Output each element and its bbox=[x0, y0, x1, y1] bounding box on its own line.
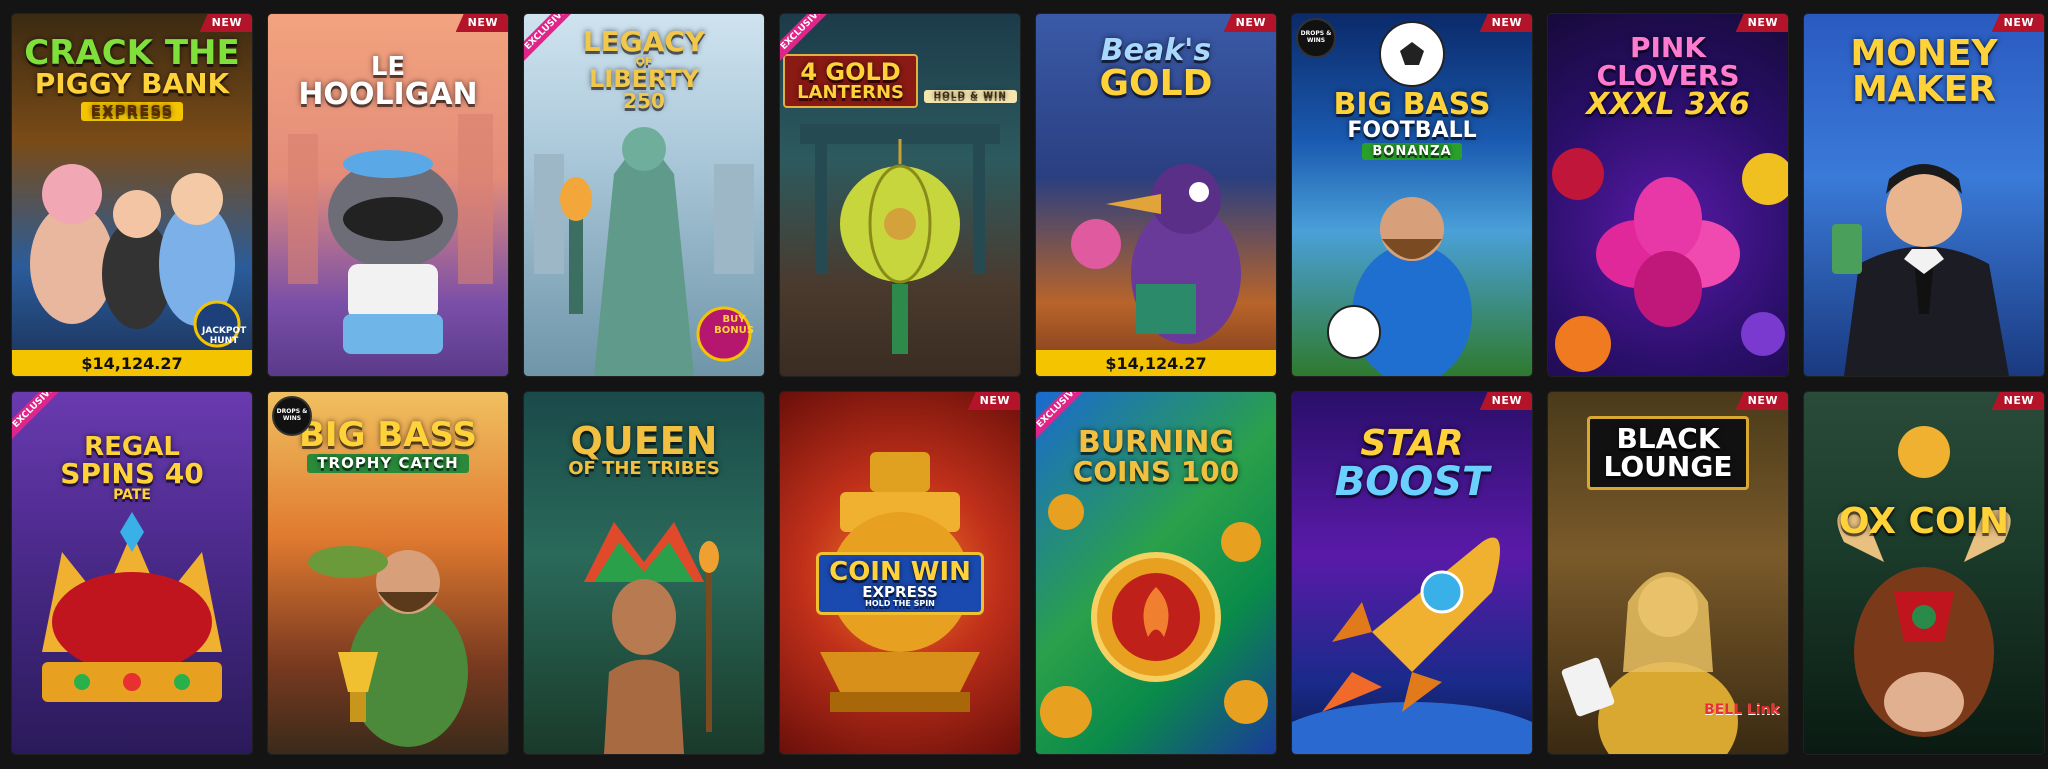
game-tile-le-hooligan[interactable]: LE HOOLIGAN NEW bbox=[268, 14, 508, 376]
new-badge: NEW bbox=[1479, 14, 1532, 32]
game-title-line: 250 bbox=[623, 89, 665, 113]
game-tile-crack-the-piggy-bank[interactable]: CRACK THE PIGGY BANK EXPRESS JACKPOT HUN… bbox=[12, 14, 252, 376]
new-badge: NEW bbox=[967, 392, 1020, 410]
new-badge: NEW bbox=[1223, 14, 1276, 32]
game-tile-beaks-gold[interactable]: Beak's GOLD NEW $14,124.27 bbox=[1036, 14, 1276, 376]
drops-and-wins-badge: DROPS & WINS bbox=[272, 396, 312, 436]
game-tile-queen-of-the-tribes[interactable]: QUEEN OF THE TRIBES bbox=[524, 392, 764, 754]
new-badge: NEW bbox=[1991, 392, 2044, 410]
game-subtitle: EXPRESS bbox=[862, 583, 938, 601]
game-title-line: OF THE TRIBES bbox=[568, 458, 720, 479]
game-subtitle: EXPRESS bbox=[80, 102, 184, 121]
game-tile-coin-win-express[interactable]: COIN WIN EXPRESS HOLD THE SPIN NEW bbox=[780, 392, 1020, 754]
game-subtitle: TROPHY CATCH bbox=[307, 454, 469, 473]
game-title-line: BIG BASS bbox=[1333, 87, 1491, 122]
game-title-line: COIN WIN bbox=[829, 557, 971, 587]
game-tile-legacy-of-liberty[interactable]: LEGACY OF LIBERTY 250 BUY BONUS EXCLUSIV… bbox=[524, 14, 764, 376]
game-title-line: FOOTBALL bbox=[1347, 118, 1477, 143]
game-title-line: PIGGY BANK bbox=[34, 67, 230, 100]
game-title-line: BURNING bbox=[1077, 425, 1235, 460]
game-tile-pink-clovers[interactable]: PINK CLOVERS XXXL 3X6 NEW bbox=[1548, 14, 1788, 376]
game-tile-burning-coins-100[interactable]: BURNING COINS 100 EXCLUSIVE bbox=[1036, 392, 1276, 754]
jackpot-amount: $14,124.27 bbox=[1036, 350, 1276, 376]
new-badge: NEW bbox=[199, 14, 252, 32]
game-title-line: COINS 100 bbox=[1072, 455, 1240, 488]
game-title-line: SPINS 40 bbox=[60, 457, 204, 490]
game-tile-money-maker[interactable]: MONEY MAKER NEW bbox=[1804, 14, 2044, 376]
game-title-line: STAR bbox=[1360, 423, 1464, 464]
game-title-line: PINK bbox=[1629, 31, 1707, 64]
game-title-line: BLACK bbox=[1616, 422, 1720, 455]
jackpot-hunt-logo: JACKPOT HUNT bbox=[202, 326, 247, 346]
jackpot-amount: $14,124.27 bbox=[12, 350, 252, 376]
game-subtitle-2: HOLD THE SPIN bbox=[865, 599, 935, 608]
game-tile-black-lounge[interactable]: BLACK LOUNGE BELL Link NEW bbox=[1548, 392, 1788, 754]
game-subtitle: HOLD & WIN bbox=[923, 90, 1017, 103]
game-title-line: Beak's bbox=[1100, 33, 1212, 68]
buy-bonus-label: BUY BONUS bbox=[714, 314, 754, 336]
game-title-line: LANTERNS bbox=[797, 82, 905, 103]
game-title-line: LOUNGE bbox=[1603, 450, 1733, 483]
new-badge: NEW bbox=[1735, 14, 1788, 32]
game-tile-ox-coin[interactable]: OX COIN NEW bbox=[1804, 392, 2044, 754]
game-title-line: GOLD bbox=[1099, 63, 1213, 104]
bell-link-logo: BELL Link bbox=[1704, 702, 1780, 718]
game-title-line: MAKER bbox=[1852, 69, 1996, 110]
game-tile-big-bass-trophy-catch[interactable]: BIG BASS TROPHY CATCH DROPS & WINS bbox=[268, 392, 508, 754]
game-subtitle: BONANZA bbox=[1362, 143, 1462, 160]
new-badge: NEW bbox=[1479, 392, 1532, 410]
game-subtitle: PATE bbox=[113, 487, 151, 503]
game-title-line: XXXL 3X6 bbox=[1586, 87, 1750, 122]
new-badge: NEW bbox=[455, 14, 508, 32]
ox-bull-art bbox=[1837, 426, 2011, 737]
new-badge: NEW bbox=[1735, 392, 1788, 410]
game-tile-big-bass-football-bonanza[interactable]: BIG BASS FOOTBALL BONANZA DROPS & WINS N… bbox=[1292, 14, 1532, 376]
game-title-line: HOOLIGAN bbox=[298, 77, 478, 112]
game-title-line: BOOST bbox=[1334, 459, 1490, 505]
game-title-line: MONEY bbox=[1850, 33, 1998, 74]
game-title-line: LIBERTY bbox=[588, 65, 700, 93]
game-tile-4-gold-lanterns[interactable]: 4 GOLD LANTERNS HOLD & WIN EXCLUSIVE bbox=[780, 14, 1020, 376]
drops-and-wins-badge: DROPS & WINS bbox=[1296, 18, 1336, 58]
new-badge: NEW bbox=[1991, 14, 2044, 32]
game-title-line: CLOVERS bbox=[1596, 59, 1740, 92]
footballer-fisherman-art bbox=[1327, 21, 1472, 376]
game-title-line: LEGACY bbox=[582, 25, 706, 58]
game-title-line: CRACK THE bbox=[24, 33, 240, 73]
game-tile-regal-spins-40[interactable]: REGAL SPINS 40 PATE EXCLUSIVE bbox=[12, 392, 252, 754]
game-tile-star-boost[interactable]: STAR BOOST NEW bbox=[1292, 392, 1532, 754]
game-title-line: QUEEN bbox=[570, 419, 718, 463]
game-title-line: 4 GOLD bbox=[800, 58, 901, 86]
game-grid: CRACK THE PIGGY BANK EXPRESS JACKPOT HUN… bbox=[12, 14, 2044, 754]
game-title-line: OX COIN bbox=[1838, 501, 2010, 542]
